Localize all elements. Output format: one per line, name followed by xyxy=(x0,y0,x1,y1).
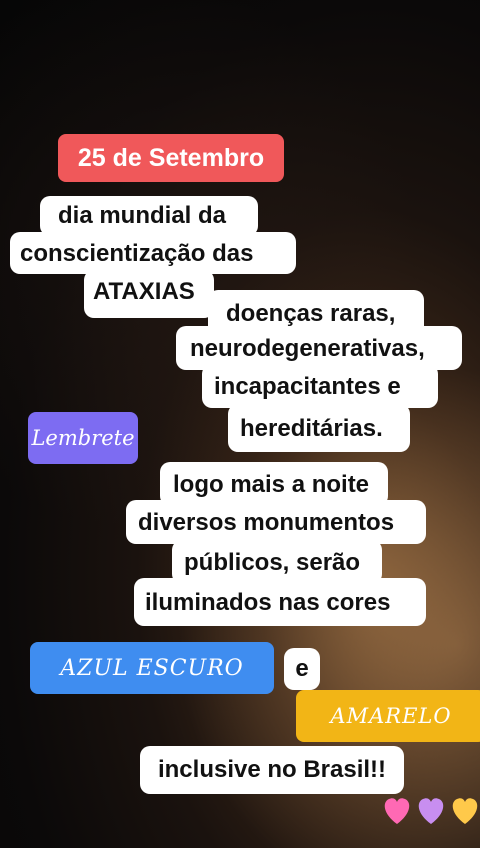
color-yellow-tag: AMARELO xyxy=(296,690,480,742)
text-line: doenças raras, xyxy=(226,300,396,327)
text-line: logo mais a noite xyxy=(173,471,370,498)
date-label: 25 de Setembro xyxy=(58,134,284,182)
yellow-heart-icon xyxy=(452,798,478,824)
text-line: neurodegenerativas, xyxy=(190,335,425,362)
hearts-decoration xyxy=(384,798,478,824)
final-text: inclusive no Brasil!! xyxy=(140,746,404,794)
text-line: iluminados nas cores xyxy=(145,589,391,616)
color-dark-blue-tag: AZUL ESCURO xyxy=(30,642,274,694)
text-line: ATAXIAS xyxy=(93,278,195,305)
text-line: dia mundial da xyxy=(58,202,227,229)
pink-heart-icon xyxy=(384,798,410,824)
text-line: hereditárias. xyxy=(240,415,383,442)
purple-heart-icon xyxy=(418,798,444,824)
reminder-tag: Lembrete xyxy=(28,412,138,464)
text-line: conscientização das xyxy=(20,240,254,267)
conjunction-label: e xyxy=(284,648,320,690)
text-line: diversos monumentos xyxy=(138,509,395,536)
text-line: incapacitantes e xyxy=(214,373,401,400)
text-line: públicos, serão xyxy=(184,549,361,576)
